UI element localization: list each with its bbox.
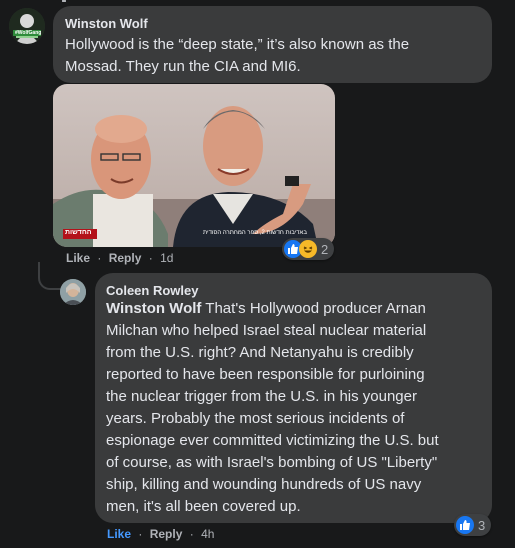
reply-text-line: men, it's all been covered up. [106, 498, 301, 515]
haha-icon [299, 240, 317, 258]
reply-thread-connector [38, 262, 62, 290]
reply-actions: Like · Reply · 4h [107, 527, 214, 541]
separator: · [148, 251, 153, 265]
reply-text-line: from the U.S. right? And Netanyahu is cr… [106, 344, 414, 361]
avatar-label: #WolfGang [15, 30, 42, 36]
separator: · [138, 527, 143, 541]
reply-button[interactable]: Reply [109, 251, 142, 265]
reply-text-line: Milchan who helped Israel steal nuclear … [106, 322, 427, 339]
comment-text-line: Hollywood is the “deep state,” it’s also… [65, 36, 410, 53]
previous-action-fragment [62, 0, 122, 2]
like-button[interactable]: Like [107, 527, 131, 541]
comment-actions: Like · Reply · 1d [66, 251, 173, 265]
coleen-rowley-avatar[interactable] [60, 279, 86, 305]
reply-text: Winston Wolf That's Hollywood producer A… [106, 298, 439, 518]
comment-timestamp[interactable]: 1d [160, 251, 173, 265]
reply-text-line: ship, killing and wounding hundreds of U… [106, 476, 422, 493]
comment-photo[interactable]: החדשות באדיבות חדשות 2, ספר המחתרה הסודי… [53, 84, 335, 247]
reply-text-line: years. Probably the most serious inciden… [106, 410, 405, 427]
separator: · [189, 527, 194, 541]
winston-wolf-avatar[interactable]: #WolfGang [9, 8, 45, 44]
comment-author[interactable]: Winston Wolf [65, 16, 148, 31]
reply-text-segment: That's Hollywood producer Arnan [201, 300, 426, 317]
reactions-summary[interactable]: 3 [454, 514, 492, 536]
reply-text-line: reported to have been responsible for pu… [106, 366, 425, 383]
reply-text-line: Winston Wolf That's Hollywood producer A… [106, 298, 439, 320]
photo-watermark-right: באדיבות חדשות 2, ספר המחתרה הסודית [203, 230, 307, 236]
reply-timestamp[interactable]: 4h [201, 527, 214, 541]
mention-link[interactable]: Winston Wolf [106, 300, 201, 317]
reaction-count: 2 [321, 241, 329, 257]
reactions-summary[interactable]: 2 [282, 238, 335, 260]
reply-author[interactable]: Coleen Rowley [106, 283, 198, 298]
photo-watermark-left: החדשות [65, 229, 92, 236]
like-icon [456, 516, 474, 534]
separator: · [97, 251, 102, 265]
reply-button[interactable]: Reply [150, 527, 183, 541]
reply-text-line: espionage ever committed victimizing the… [106, 432, 439, 449]
like-button[interactable]: Like [66, 251, 90, 265]
reply-text-line: the nuclear trigger from the U.S. in his… [106, 388, 417, 405]
reply-bubble: Coleen Rowley Winston Wolf That's Hollyw… [95, 273, 492, 523]
reply-text-line: of course, as with Israel's bombing of U… [106, 454, 438, 471]
comment-text-line: Mossad. They run the CIA and MI6. [65, 58, 301, 75]
reaction-count: 3 [478, 517, 486, 533]
comment-bubble: Winston Wolf Hollywood is the “deep stat… [53, 6, 492, 83]
